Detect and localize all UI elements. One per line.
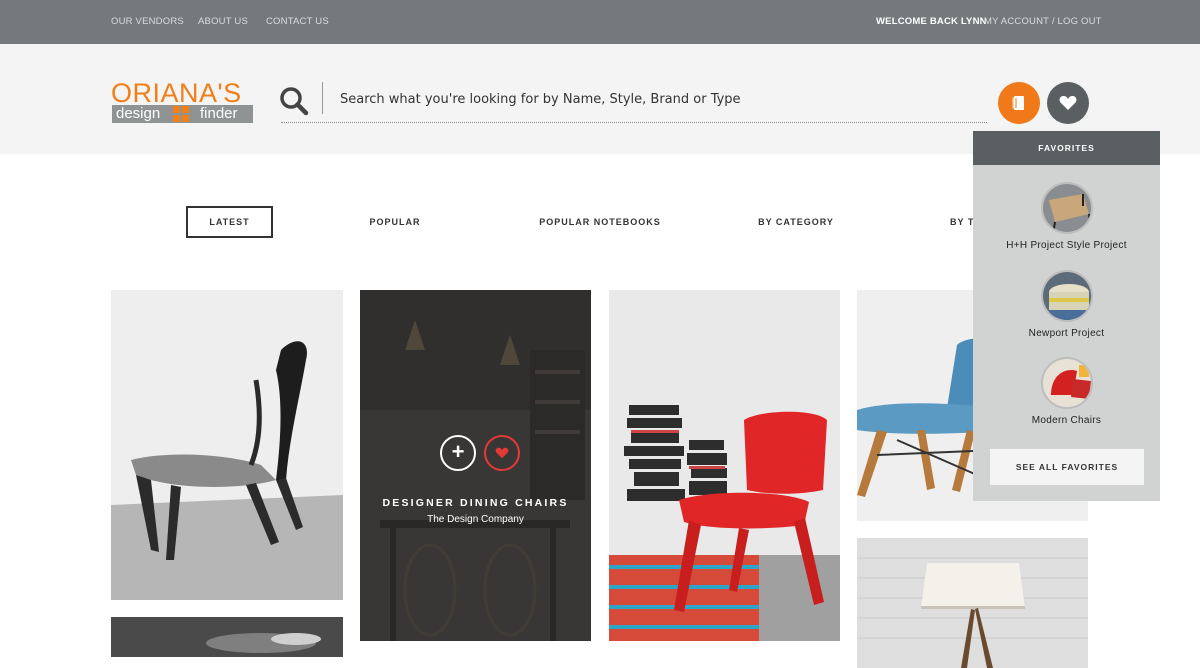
heart-icon: [1059, 95, 1077, 110]
tab-popular[interactable]: POPULAR: [352, 206, 438, 238]
notebook-icon: [1012, 96, 1024, 110]
card-vendor: The Design Company: [427, 514, 524, 525]
logo-squares-icon: [173, 106, 190, 122]
nav-link-about-us[interactable]: ABOUT US: [198, 16, 248, 27]
add-to-notebook-button[interactable]: +: [440, 435, 476, 471]
logo-tagline: design finder: [112, 105, 253, 123]
favorite-thumbnail: [1040, 357, 1093, 409]
logo-wordmark: ORIANA'S: [111, 78, 242, 108]
search-underline: [281, 122, 987, 123]
product-card[interactable]: [111, 617, 343, 657]
search-input[interactable]: [332, 84, 972, 114]
favorite-label: H+H Project Style Project: [1006, 240, 1127, 251]
tab-latest[interactable]: LATEST: [186, 206, 273, 238]
heart-icon: [495, 447, 509, 459]
top-nav-bar: OUR VENDORS ABOUT US CONTACT US WELCOME …: [0, 0, 1200, 44]
favorites-dropdown-header: FAVORITES: [973, 131, 1160, 165]
favorite-thumbnail: [1040, 270, 1093, 322]
plus-icon: +: [451, 439, 465, 464]
see-all-favorites-button[interactable]: SEE ALL FAVORITES: [990, 449, 1144, 485]
add-to-favorites-button[interactable]: [484, 435, 520, 471]
product-image-organic-chair: [111, 290, 343, 600]
product-card-hovered[interactable]: + DESIGNER DINING CHAIRS The Design Comp…: [360, 290, 591, 641]
favorite-label: Newport Project: [1028, 328, 1105, 339]
tab-popular-notebooks[interactable]: POPULAR NOTEBOOKS: [536, 206, 664, 238]
logo-design-text: design: [116, 105, 161, 122]
product-card[interactable]: [857, 538, 1088, 668]
favorite-label: Modern Chairs: [1031, 415, 1102, 426]
welcome-text: WELCOME BACK LYNN: [876, 16, 987, 27]
favorite-item[interactable]: Newport Project: [973, 270, 1160, 339]
card-hover-overlay: [360, 290, 591, 641]
favorite-item[interactable]: Modern Chairs: [973, 357, 1160, 426]
product-card[interactable]: [609, 290, 840, 641]
product-image-floor-lamp: [857, 538, 1088, 668]
tab-by-category[interactable]: BY CATEGORY: [747, 206, 845, 238]
search-icon[interactable]: [279, 86, 309, 116]
nav-link-contact-us[interactable]: CONTACT US: [266, 16, 329, 27]
favorites-button[interactable]: [1047, 82, 1089, 124]
product-image-sculptural-chair: [111, 617, 343, 657]
product-card[interactable]: [111, 290, 343, 600]
site-logo[interactable]: ORIANA'S design finder: [111, 80, 255, 126]
account-logout-link[interactable]: MY ACCOUNT / LOG OUT: [984, 16, 1102, 27]
favorites-dropdown: FAVORITES H+H Project Style Project Newp…: [973, 131, 1160, 501]
logo-finder-text: finder: [200, 105, 238, 122]
favorite-item[interactable]: H+H Project Style Project: [973, 182, 1160, 251]
product-image-red-lounge-chair: [609, 290, 840, 641]
search-divider: [322, 82, 323, 114]
favorite-thumbnail: [1040, 182, 1093, 234]
card-title: DESIGNER DINING CHAIRS: [382, 497, 569, 509]
notebook-button[interactable]: [998, 82, 1040, 124]
nav-link-our-vendors[interactable]: OUR VENDORS: [111, 16, 184, 27]
